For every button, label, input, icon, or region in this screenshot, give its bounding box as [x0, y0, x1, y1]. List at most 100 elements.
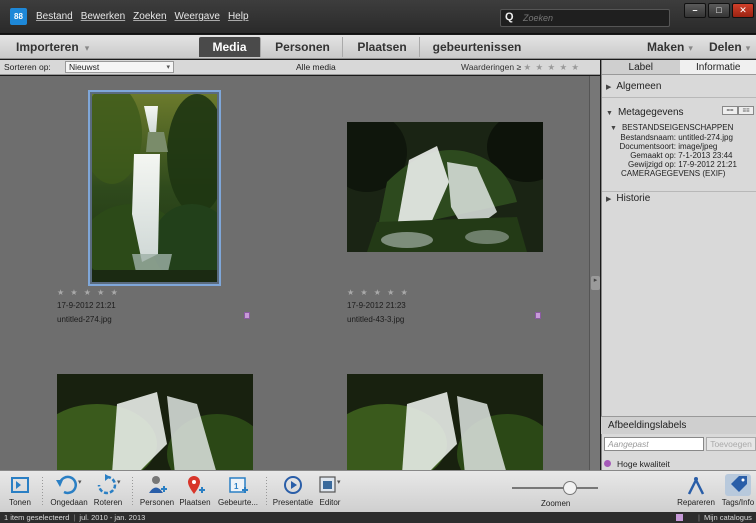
places-button[interactable]: Plaatsen — [176, 471, 214, 507]
view-toggle: == ≡≡ — [722, 106, 754, 115]
selection-count: 1 item geselecteerd — [4, 513, 70, 522]
calendar-icon: 1 — [214, 474, 262, 496]
prop-key: Bestandsnaam: — [620, 133, 676, 142]
tags-info-button[interactable]: Tags/Info — [720, 471, 756, 507]
search-input[interactable]: Q Zoeken — [500, 9, 670, 27]
waterfall-image-3 — [57, 374, 253, 470]
add-label-button[interactable]: Toevoegen — [706, 437, 756, 451]
label-item-text: Hoge kwaliteit — [617, 459, 670, 469]
menu-bewerken[interactable]: Bewerken — [81, 11, 125, 22]
menu-help[interactable]: Help — [228, 11, 249, 22]
sort-label: Sorteren op: — [4, 62, 51, 72]
slideshow-button[interactable]: Presentatie — [270, 471, 316, 507]
zoom-slider[interactable] — [512, 487, 598, 489]
search-icon[interactable]: Q — [505, 11, 514, 23]
ratings-filter[interactable]: Waarderingen ≥ ★ ★ ★ ★ ★ — [461, 62, 580, 73]
expand-icon: ▶ — [606, 84, 612, 91]
thumbnail-meta-1: ★ ★ ★ ★ ★ 17-9-2012 21:21 untitled-274.j… — [57, 288, 120, 324]
tab-plaatsen[interactable]: Plaatsen — [345, 37, 420, 57]
tab-informatie[interactable]: Informatie — [679, 60, 756, 74]
date-range[interactable]: jul. 2010 - jan. 2013 — [79, 513, 145, 522]
media-grid[interactable]: ★ ★ ★ ★ ★ 17-9-2012 21:21 untitled-274.j… — [0, 76, 589, 470]
tab-personen[interactable]: Personen — [263, 37, 343, 57]
photo-thumbnail-1[interactable] — [92, 94, 217, 282]
menu-bestand[interactable]: Bestand — [36, 11, 73, 22]
separator — [266, 477, 267, 507]
import-label: Importeren — [16, 40, 79, 54]
section-algemeen[interactable]: ▶ Algemeen — [602, 76, 756, 98]
tab-label[interactable]: Label — [602, 60, 680, 74]
photo-thumbnail-4[interactable] — [347, 374, 543, 470]
maken-button[interactable]: Maken ▾ — [647, 40, 693, 54]
close-button[interactable]: ✕ — [732, 3, 754, 18]
thumbnail-filename: untitled-43-3.jpg — [347, 315, 405, 324]
maken-label: Maken — [647, 40, 685, 54]
undo-button[interactable]: ▾ Ongedaan — [50, 471, 88, 507]
svg-text:1: 1 — [234, 482, 239, 491]
people-button[interactable]: Personen — [138, 471, 176, 507]
right-panel: Label Informatie ▶ Algemeen ▼ Metagegevens… — [601, 60, 756, 470]
camera-exif-header[interactable]: CAMERAGEGEVENS (EXIF) — [621, 169, 725, 178]
svg-text:▾: ▾ — [337, 479, 341, 486]
tag-icon[interactable] — [244, 312, 250, 319]
full-view-icon[interactable]: ≡≡ — [738, 106, 754, 115]
all-media-label: Alle media — [296, 62, 336, 72]
catalog-status[interactable]: |Mijn catalogus 1 — [694, 512, 756, 523]
status-left: 1 item geselecteerd | jul. 2010 - jan. 201… — [4, 513, 146, 522]
events-label: Gebeurte... — [217, 498, 259, 507]
import-button[interactable]: Importeren ▾ — [16, 40, 89, 54]
custom-label-input[interactable]: Aangepast — [604, 437, 704, 451]
zoom-label: Zoomen — [541, 499, 571, 508]
image-labels-header: Afbeeldingslabels — [601, 416, 756, 434]
repair-button[interactable]: Repareren — [676, 471, 716, 507]
prop-value: 7-1-2013 23:44 — [678, 151, 733, 160]
separator — [132, 477, 133, 507]
maximize-button[interactable]: □ — [708, 3, 730, 18]
tags-info-label: Tags/Info — [721, 498, 755, 507]
prop-key: Documentsoort: — [619, 142, 676, 151]
section-historie-label: Historie — [616, 193, 651, 204]
show-button[interactable]: Tonen — [6, 471, 34, 507]
section-metagegevens: ▼ Metagegevens == ≡≡ ▼ BESTANDSEIGENSCHAPP… — [602, 102, 756, 192]
file-props-label: BESTANDSEIGENSCHAPPEN — [621, 123, 734, 132]
prop-value: image/jpeg — [678, 142, 718, 151]
prop-key: Gemaakt op: — [630, 151, 676, 160]
prop-value: untitled-274.jpg — [678, 133, 733, 142]
rotate-button[interactable]: ▾ Roteren — [90, 471, 126, 507]
people-label: Personen — [139, 498, 175, 507]
metagegevens-header[interactable]: ▼ Metagegevens — [606, 107, 684, 118]
delen-button[interactable]: Delen ▾ — [709, 40, 750, 54]
file-props-header[interactable]: ▼ BESTANDSEIGENSCHAPPEN — [610, 123, 733, 132]
rating-stars[interactable]: ★ ★ ★ ★ ★ — [347, 288, 410, 297]
editor-label: Editor — [319, 498, 341, 507]
tab-media[interactable]: Media — [199, 37, 261, 57]
compact-view-icon[interactable]: == — [722, 106, 738, 115]
chevron-down-icon: ▾ — [166, 64, 170, 71]
events-button[interactable]: 1 Gebeurte... — [214, 471, 262, 507]
bottom-toolbar: Tonen ▾ Ongedaan ▾ Roteren Personen Plaa… — [0, 470, 756, 512]
editor-button[interactable]: ▾ Editor — [316, 471, 344, 507]
prop-value: 17-9-2012 21:21 — [678, 160, 737, 169]
panel-tabs: Label Informatie — [602, 60, 756, 75]
tab-gebeurtenissen[interactable]: gebeurtenissen — [422, 37, 532, 57]
rating-stars[interactable]: ★ ★ ★ ★ ★ — [57, 288, 120, 297]
window-controls: – □ ✕ — [684, 3, 754, 18]
grid-scrollbar[interactable]: ▸ — [589, 76, 600, 470]
undo-icon: ▾ — [50, 474, 88, 496]
menu-weergave[interactable]: Weergave — [175, 11, 220, 22]
menu-zoeken[interactable]: Zoeken — [133, 11, 166, 22]
zoom-slider-handle[interactable] — [563, 481, 577, 495]
scroll-thumb[interactable]: ▸ — [591, 276, 600, 290]
label-item[interactable]: Hoge kwaliteit — [604, 459, 670, 469]
repair-label: Repareren — [677, 498, 715, 507]
ratings-stars[interactable]: ★ ★ ★ ★ ★ — [524, 62, 581, 72]
section-historie[interactable]: ▶ Historie — [602, 188, 756, 210]
photo-thumbnail-2[interactable] — [347, 122, 543, 252]
map-pin-icon — [176, 474, 214, 496]
minimize-button[interactable]: – — [684, 3, 706, 18]
collapse-icon: ▼ — [610, 125, 617, 132]
tag-icon[interactable] — [535, 312, 541, 319]
sort-select[interactable]: Nieuwst ▾ — [65, 61, 174, 73]
photo-thumbnail-3[interactable] — [57, 374, 253, 470]
mode-tab-bar: Importeren ▾ Media Personen Plaatsen gebe… — [0, 35, 756, 59]
